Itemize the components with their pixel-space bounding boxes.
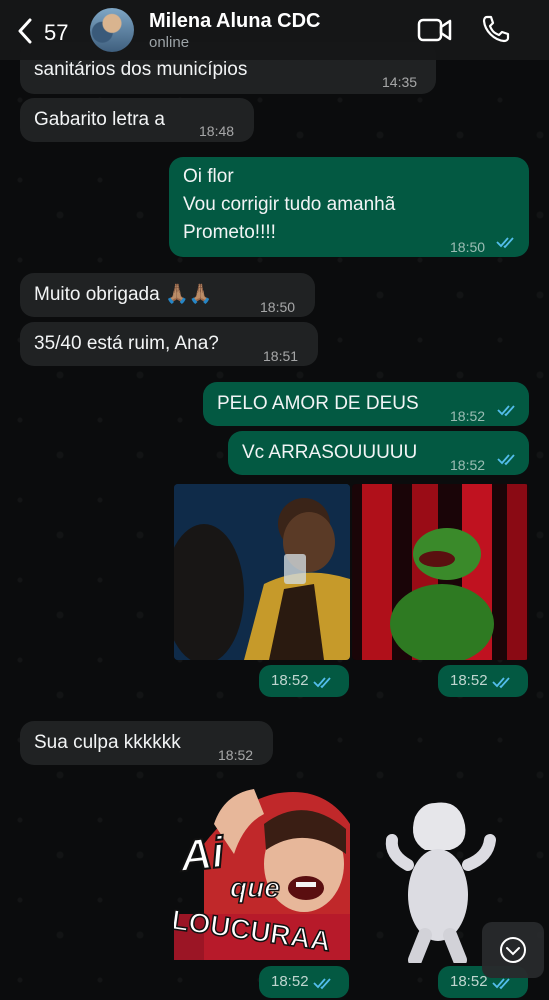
message-incoming[interactable]: Muito obrigada 🙏🏽🙏🏽 18:50 — [20, 273, 315, 317]
double-check-icon — [497, 454, 515, 466]
message-text: sanitários dos municípios — [34, 59, 248, 80]
message-text: Muito obrigada 🙏🏽🙏🏽 — [34, 284, 213, 305]
message-time: 18:52 — [450, 408, 486, 424]
sticker-message[interactable]: Ai que LOUCURAA — [174, 784, 350, 960]
message-time: 18:52 — [450, 672, 488, 689]
sticker-caption: que — [229, 871, 280, 904]
message-time: 18:52 — [271, 973, 309, 990]
message-text: Oi flor Vou corrigir tudo amanhã Prometo… — [183, 166, 396, 243]
contact-name[interactable]: Milena Aluna CDC — [149, 10, 321, 33]
message-incoming[interactable]: 35/40 está ruim, Ana? 18:51 — [20, 322, 318, 366]
message-text: 35/40 está ruim, Ana? — [34, 333, 219, 354]
gif-image — [352, 484, 529, 660]
message-text: PELO AMOR DE DEUS — [217, 393, 419, 414]
chevron-down-icon — [500, 937, 526, 963]
double-check-icon — [492, 978, 510, 990]
message-time: 18:51 — [263, 348, 299, 364]
message-text: Gabarito letra a — [34, 109, 165, 130]
message-outgoing[interactable]: Oi flor Vou corrigir tudo amanhã Prometo… — [169, 157, 529, 257]
gif-image — [174, 484, 350, 660]
gif-timestamp: 18:52 — [259, 665, 349, 697]
message-text: Vc ARRASOUUUUU — [242, 442, 418, 463]
phone-icon — [482, 15, 510, 43]
unread-count: 57 — [44, 20, 69, 45]
contact-status: online — [149, 34, 190, 51]
video-call-button[interactable] — [417, 16, 453, 44]
gif-message[interactable] — [352, 484, 529, 660]
chat-header: 57 Milena Aluna CDC online — [0, 0, 549, 60]
sticker-caption: Ai — [177, 827, 228, 882]
avatar[interactable] — [90, 8, 134, 52]
message-time: 18:52 — [271, 672, 309, 689]
message-time: 18:50 — [260, 299, 296, 315]
message-time: 18:50 — [450, 239, 486, 255]
message-outgoing[interactable]: Vc ARRASOUUUUU 18:52 — [228, 431, 529, 475]
message-time: 14:35 — [382, 74, 418, 90]
double-check-icon — [497, 405, 515, 417]
message-outgoing[interactable]: PELO AMOR DE DEUS 18:52 — [203, 382, 529, 426]
scroll-to-bottom-button[interactable] — [482, 922, 544, 978]
gif-timestamp: 18:52 — [438, 665, 528, 697]
double-check-icon — [496, 237, 514, 249]
message-incoming[interactable]: Sua culpa kkkkkk 18:52 — [20, 721, 273, 765]
double-check-icon — [313, 978, 331, 990]
gif-message[interactable] — [174, 484, 350, 660]
voice-call-button[interactable] — [481, 14, 511, 44]
message-time: 18:52 — [450, 457, 486, 473]
double-check-icon — [492, 677, 510, 689]
message-incoming[interactable]: Gabarito letra a 18:48 — [20, 98, 254, 142]
sticker-timestamp: 18:52 — [259, 966, 349, 998]
message-time: 18:52 — [450, 973, 488, 990]
message-time: 18:52 — [218, 747, 254, 763]
double-check-icon — [313, 677, 331, 689]
chevron-left-icon — [18, 18, 32, 44]
video-call-icon — [417, 18, 452, 42]
message-time: 18:48 — [199, 123, 235, 139]
message-text: Sua culpa kkkkkk — [34, 732, 181, 753]
back-button[interactable]: 57 — [12, 14, 72, 48]
